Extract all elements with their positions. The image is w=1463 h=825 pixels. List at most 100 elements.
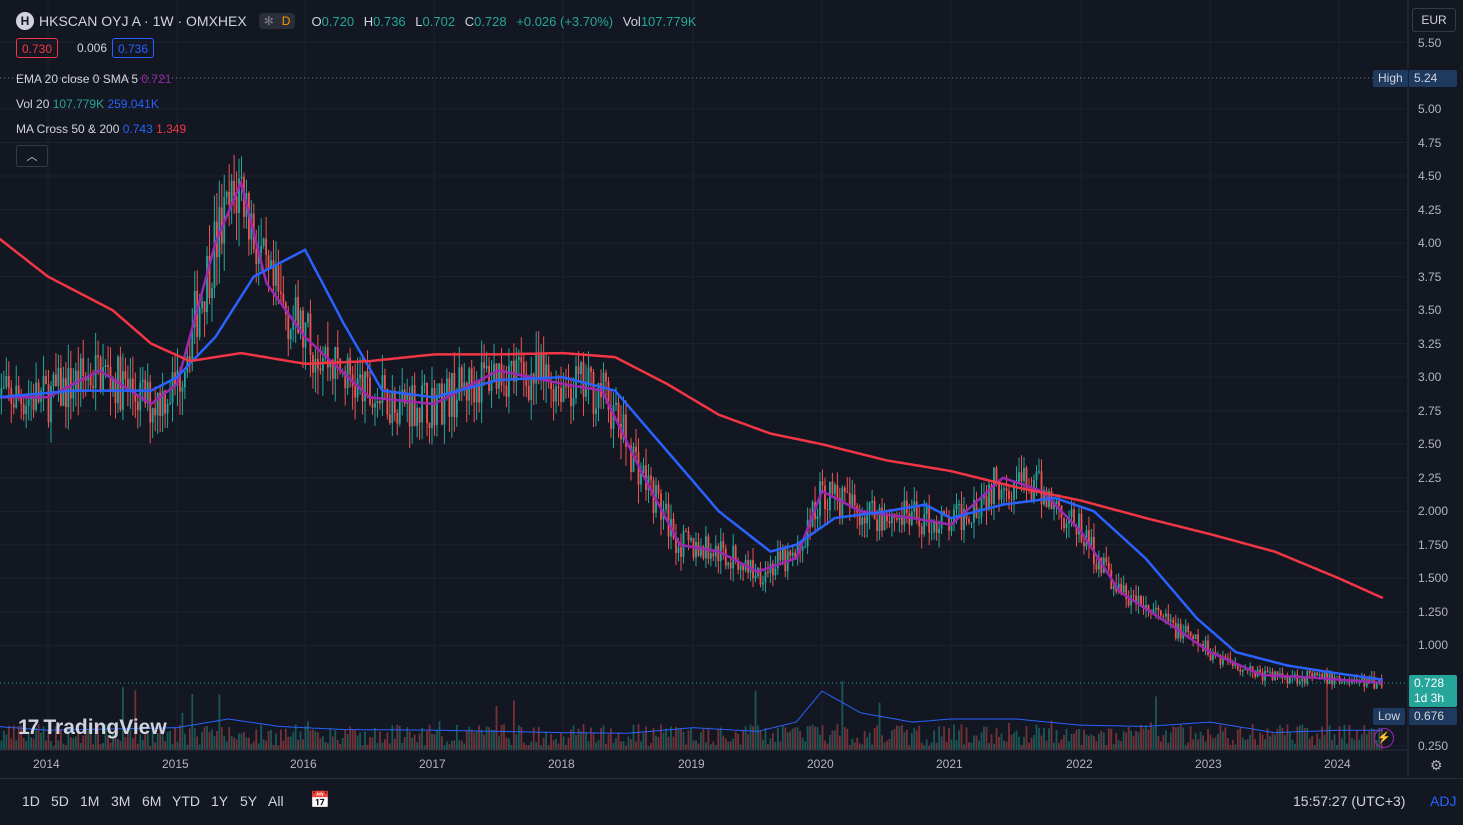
range-button-1y[interactable]: 1Y <box>211 793 228 809</box>
candle-body <box>69 368 72 399</box>
company-logo[interactable]: H <box>16 12 34 30</box>
indicator-value: 0.743 <box>122 122 153 136</box>
volume-bar <box>223 735 226 750</box>
volume-bar <box>1102 732 1105 750</box>
volume-bar <box>709 744 712 750</box>
volume-bar <box>208 731 211 750</box>
collapse-legend-button[interactable]: ︿ <box>16 145 48 167</box>
indicator-volume[interactable]: Vol 20 107.779K 259.041K <box>16 97 159 111</box>
volume-bar <box>154 742 157 750</box>
volume-bar <box>1058 742 1060 750</box>
volume-bar <box>620 741 622 750</box>
range-button-6m[interactable]: 6M <box>142 793 161 809</box>
volume-bar <box>15 739 18 750</box>
volume-bar <box>1370 728 1373 750</box>
volume-bar <box>1214 737 1217 750</box>
indicator-ema[interactable]: EMA 20 close 0 SMA 5 0.721 <box>16 72 171 86</box>
symbol-header: H HKSCAN OYJ A · 1W · OMXHEX ✻ D O0.720 H… <box>16 12 697 30</box>
volume-bar <box>317 732 319 750</box>
volume-bar <box>1318 739 1321 750</box>
volume-bar <box>314 731 317 750</box>
candle-body <box>386 388 389 415</box>
volume-bar <box>1155 696 1157 750</box>
range-button-1d[interactable]: 1D <box>22 793 40 809</box>
high-tag-value: 5.24 <box>1409 70 1457 87</box>
range-button-ytd[interactable]: YTD <box>172 793 200 809</box>
volume-bar <box>391 725 394 750</box>
candle-body <box>198 308 201 337</box>
candle-body <box>275 265 277 286</box>
candle-body <box>260 245 263 253</box>
candle-body <box>570 387 572 406</box>
volume-bar <box>682 731 685 750</box>
volume-bar <box>455 724 458 750</box>
volume-bar <box>7 725 10 750</box>
x-axis-label: 2018 <box>548 757 575 771</box>
volume-bar <box>99 744 102 750</box>
volume-bar <box>530 741 533 750</box>
volume-bar <box>685 744 687 750</box>
volume-bar <box>5 734 8 750</box>
volume-bar <box>712 741 715 750</box>
volume-bar <box>1355 730 1358 750</box>
range-button-3m[interactable]: 3M <box>111 793 130 809</box>
volume-bar <box>550 734 552 750</box>
adjust-button[interactable]: ADJ <box>1430 793 1456 809</box>
tradingview-logo[interactable]: 17 TradingView <box>18 716 167 740</box>
range-button-1m[interactable]: 1M <box>80 793 99 809</box>
market-flags[interactable]: ✻ D <box>258 13 296 29</box>
lightning-icon[interactable]: ⚡ <box>1374 728 1394 748</box>
symbol-title[interactable]: HKSCAN OYJ A · 1W · OMXHEX <box>39 13 247 29</box>
candle-body <box>235 196 238 213</box>
clock[interactable]: 15:57:27 (UTC+3) <box>1293 793 1405 809</box>
candle-body <box>79 358 82 392</box>
candle-body <box>722 541 725 549</box>
candle-body <box>1174 622 1177 639</box>
volume-bar <box>186 744 189 750</box>
volume-bar <box>700 732 702 750</box>
volume-bar <box>1187 742 1190 750</box>
candle-body <box>665 503 667 510</box>
candle-body <box>460 367 463 388</box>
currency-button[interactable]: EUR <box>1412 8 1456 32</box>
sell-button[interactable]: 0.730 <box>16 38 59 58</box>
volume-bar <box>1274 734 1276 750</box>
volume-bar <box>804 741 807 750</box>
volume-bar <box>836 724 839 750</box>
volume-bar <box>480 729 483 750</box>
volume-bar <box>1040 735 1043 750</box>
volume-bar <box>1269 736 1271 750</box>
volume-bar <box>702 729 705 750</box>
volume-bar <box>1348 725 1351 750</box>
open-label: O <box>311 13 322 29</box>
candle-body <box>517 357 520 360</box>
buy-button[interactable]: 0.736 <box>112 38 155 58</box>
volume-bar <box>905 729 908 750</box>
settings-gear-icon[interactable]: ⚙ <box>1430 757 1443 774</box>
candle-body <box>1288 677 1291 684</box>
range-button-all[interactable]: All <box>268 793 284 809</box>
date-range-calendar-icon[interactable]: 📅 <box>310 790 330 810</box>
candle-body <box>255 249 258 265</box>
indicator-ma-cross[interactable]: MA Cross 50 & 200 0.743 1.349 <box>16 122 186 136</box>
volume-bar <box>213 735 216 750</box>
volume-bar <box>1005 741 1008 750</box>
volume-bar <box>307 721 309 750</box>
range-button-5d[interactable]: 5D <box>51 793 69 809</box>
volume-bar <box>287 736 290 750</box>
volume-bar <box>294 724 297 750</box>
volume-value: 107.779K <box>640 13 697 29</box>
volume-bar <box>1045 740 1048 750</box>
volume-bar <box>179 724 181 750</box>
volume-bar <box>851 738 854 750</box>
candle-body <box>201 301 204 309</box>
price-chart[interactable] <box>0 0 1463 824</box>
volume-bar <box>863 731 866 750</box>
range-button-5y[interactable]: 5Y <box>240 793 257 809</box>
indicator-value: 259.041K <box>107 97 159 111</box>
y-axis-label: 4.50 <box>1418 169 1442 184</box>
volume-bar <box>2 730 5 750</box>
volume-bar <box>1174 727 1177 750</box>
candle-body <box>774 568 777 576</box>
candle-body <box>391 390 394 423</box>
